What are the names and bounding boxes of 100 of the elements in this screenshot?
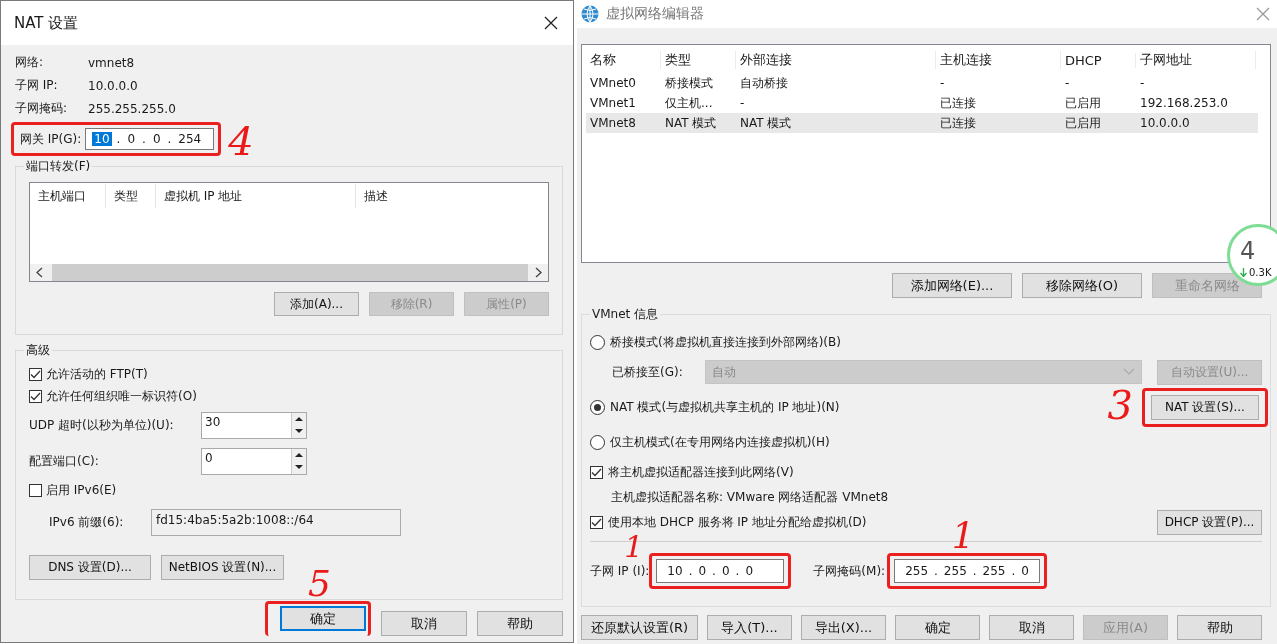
checkbox[interactable]: [29, 483, 42, 497]
button[interactable]: 添加网络(E)...: [892, 273, 1012, 298]
field-label: 配置端口(C):: [29, 452, 100, 470]
globe-icon: [580, 4, 600, 24]
column-header[interactable]: 虚拟机 IP 地址: [156, 184, 356, 208]
checkbox[interactable]: [29, 389, 42, 403]
table-cell-text: 已连接: [939, 114, 977, 132]
field-value: 10.0.0.0: [88, 78, 138, 93]
field-value: vmnet8: [88, 55, 135, 70]
checkbox[interactable]: [590, 515, 603, 529]
button[interactable]: NAT 设置(S)...: [1151, 394, 1259, 420]
table-cell-text: 192.168.253.0: [1139, 96, 1229, 110]
field-label: UDP 超时(以秒为单位)(U):: [29, 416, 175, 434]
table-cell-text: VMnet0: [589, 76, 637, 90]
button[interactable]: 帮助: [1177, 615, 1262, 640]
field-value: 255.255.255.0: [88, 101, 176, 116]
checkbox-label: 允许任何组织唯一标识符(O): [46, 387, 197, 405]
column-header[interactable]: 名称: [586, 51, 661, 69]
field-label: 子网 IP (I):: [590, 562, 650, 580]
close-icon: [543, 15, 559, 31]
column-header[interactable]: 类型: [106, 184, 156, 208]
table-cell-text: 仅主机...: [664, 94, 714, 112]
table-cell-text: -: [739, 96, 746, 110]
column-header[interactable]: 主机端口: [30, 184, 106, 208]
radio-button[interactable]: [590, 334, 605, 350]
table-cell-text: -: [1064, 76, 1071, 90]
button[interactable]: 还原默认设置(R): [581, 615, 698, 640]
button[interactable]: 导入(T)...: [707, 615, 792, 640]
annotation-number: 1: [624, 532, 644, 562]
ip-octet[interactable]: 0: [150, 132, 163, 146]
checkbox-label: 启用 IPv6(E): [46, 481, 117, 499]
table-cell-text: 自动桥接: [739, 74, 789, 92]
table-cell-text: 已连接: [939, 94, 977, 112]
spin-field[interactable]: 30: [201, 411, 307, 439]
radio-label: 桥接模式(将虚拟机直接连接到外部网络)(B): [610, 333, 841, 351]
chevron-down-icon: [1123, 368, 1136, 376]
close-icon: [1255, 6, 1271, 22]
ip-octet[interactable]: 0: [125, 132, 138, 146]
button[interactable]: NetBIOS 设置(N)...: [161, 555, 284, 580]
button[interactable]: 取消: [381, 611, 467, 636]
window-title: NAT 设置: [14, 13, 79, 33]
field-label: 子网 IP:: [15, 77, 59, 94]
table-cell-text: -: [939, 76, 946, 90]
window-title: 虚拟网络编辑器: [606, 5, 705, 23]
column-header[interactable]: DHCP: [1061, 52, 1136, 68]
radio-button[interactable]: [590, 434, 605, 450]
annotation-number: 3: [1107, 384, 1133, 425]
column-header[interactable]: 主机连接: [936, 51, 1061, 69]
check-icon: [591, 467, 602, 477]
ip-address-field[interactable]: 255 . 255 . 255 . 0: [894, 559, 1040, 583]
table-cell-text: 已启用: [1064, 114, 1102, 132]
checkbox[interactable]: [590, 465, 603, 479]
checkbox-label: 将主机虚拟适配器连接到此网络(V): [608, 463, 794, 481]
group-title: 端口转发(F): [24, 158, 93, 175]
column-header[interactable]: 子网地址: [1136, 51, 1256, 69]
column-header[interactable]: 类型: [661, 51, 736, 69]
ip-address-field[interactable]: 10 . 0 . 0 . 0: [656, 559, 785, 583]
group-title: 高级: [24, 342, 52, 359]
field-label: 网络:: [15, 54, 45, 71]
speed-value: 4: [1240, 239, 1257, 263]
table-row[interactable]: VMnet1 仅主机... - 已连接 已启用 192.168.253.0: [586, 93, 1258, 113]
table-cell-text: VMnet8: [589, 116, 637, 130]
radio-button[interactable]: [590, 399, 605, 415]
ip-octet[interactable]: 254: [176, 132, 204, 146]
button[interactable]: 确定: [280, 606, 366, 631]
ip-octet[interactable]: 10: [92, 132, 112, 146]
field-label: 子网掩码:: [15, 100, 69, 117]
table-row[interactable]: VMnet8 NAT 模式 NAT 模式 已连接 已启用 10.0.0.0: [586, 113, 1258, 133]
checkbox-label: 允许活动的 FTP(T): [46, 365, 148, 383]
button[interactable]: 导出(X)...: [801, 615, 886, 640]
table-row[interactable]: VMnet0 桥接模式 自动桥接 - - -: [586, 73, 1258, 93]
button[interactable]: DNS 设置(D)...: [29, 555, 151, 580]
button[interactable]: 确定: [895, 615, 980, 640]
column-header[interactable]: 描述: [356, 184, 436, 208]
annotation-number: 1: [951, 518, 975, 554]
radio-label: 仅主机模式(在专用网络内连接虚拟机)(H): [610, 433, 830, 451]
button[interactable]: DHCP 设置(P)...: [1157, 509, 1262, 535]
annotation-number: 5: [308, 566, 331, 602]
check-icon: [30, 391, 41, 401]
column-header[interactable]: 外部连接: [736, 51, 936, 69]
button[interactable]: 帮助: [477, 611, 563, 636]
check-icon: [30, 369, 41, 379]
check-icon: [591, 517, 602, 527]
down-arrow-icon: [1240, 268, 1247, 277]
button[interactable]: 取消: [989, 615, 1074, 640]
annotation-number: 4: [228, 121, 254, 161]
checkbox[interactable]: [29, 367, 42, 381]
field-label: 子网掩码(M):: [813, 562, 886, 580]
table-cell-text: VMnet1: [589, 96, 637, 110]
ip-address-field[interactable]: 10 . 0 . 0 . 254: [85, 128, 215, 150]
adapter-name-text: 主机虚拟适配器名称: VMware 网络适配器 VMnet8: [610, 489, 890, 506]
table-cell-text: 已启用: [1064, 94, 1102, 112]
button[interactable]: 添加(A)...: [274, 292, 359, 316]
field-label: 已桥接至(G):: [612, 363, 684, 381]
button[interactable]: 移除网络(O): [1022, 273, 1142, 298]
group-title: VMnet 信息: [590, 306, 661, 323]
field-label: IPv6 前缀(6):: [48, 513, 125, 531]
spin-field[interactable]: 0: [201, 447, 307, 475]
field-label: 网关 IP(G):: [19, 130, 82, 148]
table-cell-text: 10.0.0.0: [1139, 116, 1191, 130]
